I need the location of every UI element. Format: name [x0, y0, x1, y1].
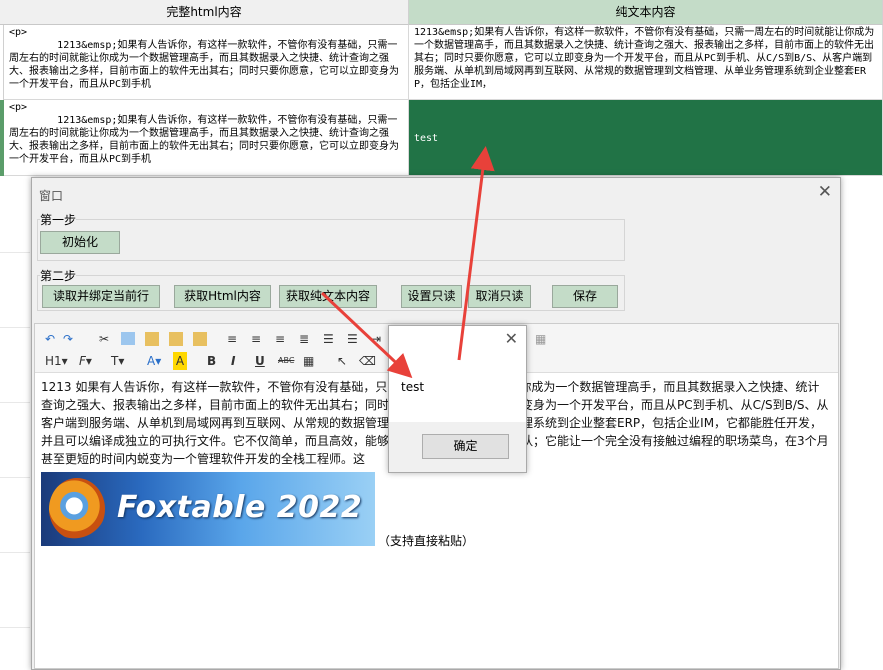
- heading-dropdown[interactable]: H1▾: [45, 352, 68, 370]
- ok-button[interactable]: 确定: [422, 434, 509, 459]
- message-box: ✕ test 确定: [388, 325, 527, 473]
- font-color-dropdown[interactable]: A▾: [147, 352, 161, 370]
- message-footer: 确定: [389, 422, 526, 472]
- font-label: F: [79, 354, 86, 368]
- indent-icon[interactable]: ⇥: [371, 330, 381, 348]
- grid-line: [0, 252, 30, 253]
- bold-button[interactable]: B: [207, 352, 216, 370]
- grid-icon[interactable]: ▦: [303, 352, 314, 370]
- select-cursor-icon[interactable]: ↖: [337, 352, 347, 370]
- read-bind-row-button[interactable]: 读取并绑定当前行: [42, 285, 160, 308]
- paste-note: （支持直接粘贴）: [378, 534, 475, 548]
- table-icon[interactable]: ▦: [535, 330, 546, 348]
- paste-icon[interactable]: [145, 332, 159, 346]
- ordered-list-icon[interactable]: ☰: [323, 330, 334, 348]
- grid-line: [0, 402, 30, 403]
- cut-icon[interactable]: ✂: [99, 330, 109, 348]
- font-family-dropdown[interactable]: F▾: [79, 352, 92, 370]
- foxtable-logo-image: Foxtable 2022: [41, 472, 375, 546]
- grid-cell-text[interactable]: 1213&emsp;如果有人告诉你，有这样一款软件，不管你有没有基础，只需一周左…: [409, 25, 883, 100]
- strikethrough-button[interactable]: ABC: [278, 352, 294, 370]
- grid-line: [0, 477, 30, 478]
- logo-text: Foxtable 2022: [117, 490, 363, 525]
- column-header-text[interactable]: 纯文本内容: [409, 0, 883, 25]
- font-size-label: T: [111, 354, 119, 368]
- highlight-color-dropdown[interactable]: A: [173, 352, 187, 370]
- step2-label: 第二步: [40, 267, 77, 284]
- init-button[interactable]: 初始化: [40, 231, 120, 254]
- underline-button[interactable]: U: [255, 352, 265, 370]
- align-justify-icon[interactable]: ≣: [299, 330, 309, 348]
- set-readonly-button[interactable]: 设置只读: [401, 285, 462, 308]
- step1-group: [37, 219, 625, 261]
- undo-icon[interactable]: ↶: [45, 330, 55, 348]
- close-icon[interactable]: ✕: [505, 329, 518, 348]
- paste-text-icon[interactable]: [169, 332, 183, 346]
- heading-label: H1: [45, 354, 62, 368]
- grid-line: [0, 327, 30, 328]
- align-right-icon[interactable]: ≡: [275, 330, 285, 348]
- step1-label: 第一步: [40, 211, 77, 228]
- grid-line: [0, 552, 30, 553]
- foxtable-logo-icon: [49, 478, 105, 540]
- redo-icon[interactable]: ↷: [63, 330, 73, 348]
- get-html-button[interactable]: 获取Html内容: [174, 285, 271, 308]
- get-text-button[interactable]: 获取纯文本内容: [279, 285, 377, 308]
- grid-line: [0, 627, 30, 628]
- font-size-dropdown[interactable]: T▾: [111, 352, 124, 370]
- editor-text-tail: 这: [353, 452, 366, 466]
- close-icon[interactable]: ✕: [818, 182, 832, 202]
- eraser-icon[interactable]: ⌫: [359, 352, 376, 370]
- message-text: test: [401, 380, 425, 394]
- cancel-readonly-button[interactable]: 取消只读: [468, 285, 531, 308]
- grid-cell-html[interactable]: <p> 1213&emsp;如果有人告诉你，有这样一款软件，不管你有没有基础，只…: [4, 25, 409, 100]
- italic-button[interactable]: I: [231, 352, 235, 370]
- column-header-html[interactable]: 完整html内容: [0, 0, 409, 25]
- grid-cell-html[interactable]: <p> 1213&emsp;如果有人告诉你，有这样一款软件，不管你有没有基础，只…: [4, 100, 409, 176]
- unordered-list-icon[interactable]: ☰: [347, 330, 358, 348]
- align-center-icon[interactable]: ≡: [251, 330, 261, 348]
- paste-word-icon[interactable]: [193, 332, 207, 346]
- align-left-icon[interactable]: ≡: [227, 330, 237, 348]
- grid-cell-text-selected[interactable]: test: [409, 100, 883, 176]
- copy-icon[interactable]: [121, 332, 135, 345]
- save-button[interactable]: 保存: [552, 285, 618, 308]
- window-title: 窗口: [39, 189, 64, 203]
